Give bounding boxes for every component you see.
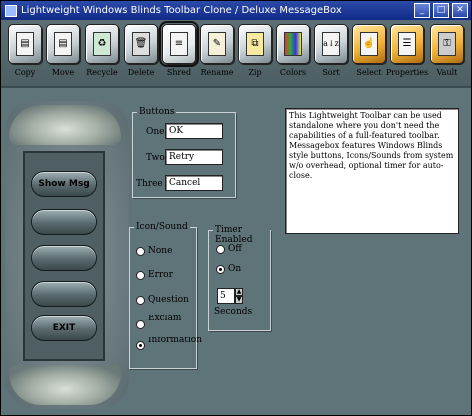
select-icon: ☝	[360, 32, 378, 56]
recycle-button[interactable]: ♻ Recycle	[84, 24, 120, 86]
colors-button[interactable]: Colors	[275, 24, 311, 86]
memo-text: This Lightweight Toolbar can be used sta…	[289, 111, 454, 180]
vault-button[interactable]: ⚿ Vault	[429, 24, 465, 86]
button-two-label: Two	[146, 153, 165, 163]
radio-question-label: Question	[148, 295, 189, 305]
zip-icon: ⧉	[246, 32, 264, 56]
show-msg-label: Show Msg	[38, 179, 90, 189]
title-bar[interactable]: Lightweight Windows Blinds Toolbar Clone…	[1, 1, 471, 20]
properties-button[interactable]: ☰ Properties	[386, 24, 428, 86]
colors-icon	[284, 32, 302, 56]
close-button[interactable]: ✕	[452, 3, 468, 18]
button-two-field[interactable]: Retry	[165, 149, 223, 165]
radio-question[interactable]	[136, 296, 145, 305]
ornament-top	[9, 105, 121, 145]
vault-icon: ⚿	[438, 32, 456, 56]
description-memo[interactable]: This Lightweight Toolbar can be used sta…	[285, 108, 459, 234]
app-icon	[5, 4, 17, 17]
buttons-group-title: Buttons	[137, 107, 177, 117]
sort-icon: a↓z	[322, 32, 340, 56]
radio-error[interactable]	[136, 271, 145, 280]
blank-button-3[interactable]	[31, 281, 97, 307]
radio-information[interactable]	[136, 341, 145, 350]
blank-button-1[interactable]	[31, 209, 97, 235]
blank-button-2[interactable]	[31, 245, 97, 271]
window-title: Lightweight Windows Blinds Toolbar Clone…	[21, 5, 342, 16]
exit-button[interactable]: EXIT	[31, 315, 97, 341]
exit-label: EXIT	[52, 323, 76, 333]
button-three-field[interactable]: Cancel	[165, 175, 223, 191]
vault-label: Vault	[436, 68, 458, 77]
move-button[interactable]: ▤ Move	[45, 24, 81, 86]
timer-off-radio[interactable]	[216, 245, 225, 254]
properties-icon: ☰	[398, 32, 416, 56]
move-icon: ▤	[54, 32, 72, 56]
button-one-field[interactable]: OK	[165, 123, 223, 139]
sort-button[interactable]: a↓z Sort	[313, 24, 349, 86]
button-one-label: One	[146, 127, 165, 137]
timer-group-title: Timer Enabled	[213, 225, 270, 245]
seconds-spinner[interactable]: 5 ▲ ▼	[217, 288, 243, 304]
radio-exclam[interactable]	[136, 320, 145, 329]
spin-down-icon[interactable]: ▼	[235, 296, 243, 304]
toolbar: ▤ Copy ▤ Move ♻ Recycle 🗑 Delete ≡ Shred…	[1, 20, 471, 88]
radio-error-label: Error	[148, 270, 173, 280]
button-three-value: Cancel	[169, 178, 201, 188]
timer-on-label: On	[228, 264, 242, 274]
show-msg-button[interactable]: Show Msg	[31, 171, 97, 197]
maximize-button[interactable]: □	[433, 3, 449, 18]
rename-icon: ✎	[208, 32, 226, 56]
timer-on-radio[interactable]	[216, 265, 225, 274]
ornament-bottom	[9, 365, 121, 405]
trash-icon: 🗑	[132, 32, 150, 56]
copy-button[interactable]: ▤ Copy	[7, 24, 43, 86]
radio-none[interactable]	[136, 247, 145, 256]
spin-up-icon[interactable]: ▲	[235, 288, 243, 296]
delete-button[interactable]: 🗑 Delete	[123, 24, 159, 86]
button-one-value: OK	[169, 126, 184, 136]
recycle-icon: ♻	[93, 32, 111, 56]
button-three-label: Three	[136, 179, 163, 189]
shred-button[interactable]: ≡ Shred	[159, 21, 199, 86]
radio-information-label: Information	[148, 337, 203, 344]
copy-icon: ▤	[16, 32, 34, 56]
select-button[interactable]: ☝ Select	[351, 24, 387, 86]
icon-sound-group-title: Icon/Sound	[134, 222, 190, 232]
timer-off-label: Off	[228, 244, 242, 254]
button-two-value: Retry	[169, 152, 195, 162]
zip-button[interactable]: ⧉ Zip	[237, 24, 273, 86]
radio-none-label: None	[148, 246, 173, 256]
shred-icon: ≡	[170, 32, 188, 56]
seconds-value[interactable]: 5	[217, 288, 235, 304]
seconds-label: Seconds	[214, 307, 253, 317]
main-window: Lightweight Windows Blinds Toolbar Clone…	[0, 0, 472, 416]
radio-exclam-label: Exclam	[148, 315, 182, 321]
minimize-button[interactable]: _	[414, 3, 430, 18]
rename-button[interactable]: ✎ Rename	[199, 24, 235, 86]
